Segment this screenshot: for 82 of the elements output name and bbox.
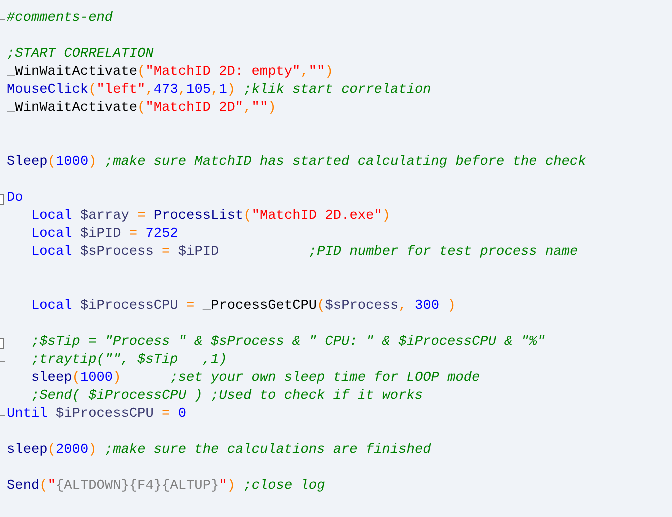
code-comment: ;$sTip = "Process " & $sProcess & " CPU: " & $iProcessCPU & "%" bbox=[31, 334, 546, 352]
variable-name: $sProcess bbox=[80, 244, 154, 262]
operator: ( bbox=[72, 370, 80, 388]
code-comment: ;Send( $iProcessCPU ) ;Used to check if it works bbox=[31, 388, 424, 406]
string-literal: "MatchID 2D.exe" bbox=[252, 208, 382, 226]
number-literal: 473 bbox=[154, 82, 178, 100]
number-literal: 1000 bbox=[80, 370, 114, 388]
function-name: ProcessList bbox=[154, 208, 244, 226]
operator: ( bbox=[48, 154, 56, 172]
number-literal: 300 bbox=[415, 298, 440, 316]
operator: ( bbox=[40, 478, 48, 496]
code-comment: ;make sure MatchID has started calculating before the check bbox=[104, 154, 586, 172]
code-comment: ;START CORRELATION bbox=[7, 46, 154, 64]
string-literal: "" bbox=[308, 64, 326, 82]
code-comment: ;klik start correlation bbox=[244, 82, 432, 100]
operator: ) bbox=[88, 154, 97, 172]
string-literal: "" bbox=[252, 100, 268, 118]
number-literal: 105 bbox=[186, 82, 212, 100]
number-literal: 1 bbox=[219, 82, 228, 100]
number-literal: 7252 bbox=[146, 226, 178, 244]
number-literal: 2000 bbox=[56, 442, 89, 460]
variable-name: $iPID bbox=[178, 244, 220, 262]
operator: ( bbox=[138, 100, 146, 118]
operator: ) bbox=[325, 64, 334, 82]
string-literal: " bbox=[48, 478, 56, 496]
operator: , bbox=[398, 298, 407, 316]
fold-marker-icon[interactable] bbox=[0, 338, 4, 348]
operator: , bbox=[244, 100, 252, 118]
operator: , bbox=[178, 82, 187, 100]
code-comment: ;make sure the calculations are finished bbox=[104, 442, 432, 460]
operator: = bbox=[138, 208, 146, 226]
keyword: Until bbox=[7, 406, 48, 424]
code-comment: ;close log bbox=[244, 478, 326, 496]
operator: ) bbox=[88, 442, 97, 460]
function-name: _WinWaitActivate bbox=[7, 64, 138, 82]
operator: ) bbox=[227, 478, 236, 496]
variable-name: $sProcess bbox=[325, 298, 399, 316]
variable-name: $array bbox=[80, 208, 130, 226]
function-name: _WinWaitActivate bbox=[7, 100, 138, 118]
string-literal: "MatchID 2D" bbox=[146, 100, 244, 118]
operator: = bbox=[162, 406, 170, 424]
operator: ) bbox=[227, 82, 236, 100]
operator: = bbox=[129, 226, 138, 244]
number-literal: 1000 bbox=[56, 154, 89, 172]
operator: ) bbox=[448, 298, 456, 316]
operator: ( bbox=[48, 442, 56, 460]
function-name: sleep bbox=[31, 370, 72, 388]
code-comment: ;PID number for test process name bbox=[308, 244, 578, 262]
variable-name: $iPID bbox=[80, 226, 122, 244]
operator: ( bbox=[88, 82, 97, 100]
fold-marker-icon[interactable] bbox=[0, 194, 4, 204]
code-comment: ;traytip("", $sTip ,1) bbox=[31, 352, 228, 370]
code-comment: #comments-end bbox=[7, 10, 114, 28]
variable-name: $iProcessCPU bbox=[80, 298, 178, 316]
function-name: MouseClick bbox=[7, 82, 89, 100]
keyword: Local bbox=[31, 226, 72, 244]
operator: = bbox=[162, 244, 170, 262]
string-literal: " bbox=[219, 478, 228, 496]
operator: ( bbox=[317, 298, 326, 316]
keyword: Local bbox=[31, 244, 72, 262]
operator: , bbox=[211, 82, 220, 100]
operator: ) bbox=[382, 208, 391, 226]
key-sequence: {ALTDOWN}{F4}{ALTUP} bbox=[56, 478, 220, 496]
keyword: Local bbox=[31, 298, 72, 316]
operator: ) bbox=[113, 370, 122, 388]
keyword: Local bbox=[31, 208, 72, 226]
function-name: _ProcessGetCPU bbox=[202, 298, 318, 316]
number-literal: 0 bbox=[178, 406, 187, 424]
operator: = bbox=[186, 298, 195, 316]
keyword: Do bbox=[7, 190, 24, 208]
string-literal: "MatchID 2D: empty" bbox=[146, 64, 301, 82]
operator: , bbox=[300, 64, 309, 82]
function-name: Send bbox=[7, 478, 40, 496]
function-name: Sleep bbox=[7, 154, 48, 172]
operator: ) bbox=[268, 100, 276, 118]
operator: , bbox=[146, 82, 154, 100]
operator: ( bbox=[138, 64, 146, 82]
operator: ( bbox=[244, 208, 252, 226]
code-comment: ;set your own sleep time for LOOP mode bbox=[170, 370, 480, 388]
function-name: sleep bbox=[7, 442, 48, 460]
string-literal: "left" bbox=[96, 82, 146, 100]
variable-name: $iProcessCPU bbox=[56, 406, 154, 424]
